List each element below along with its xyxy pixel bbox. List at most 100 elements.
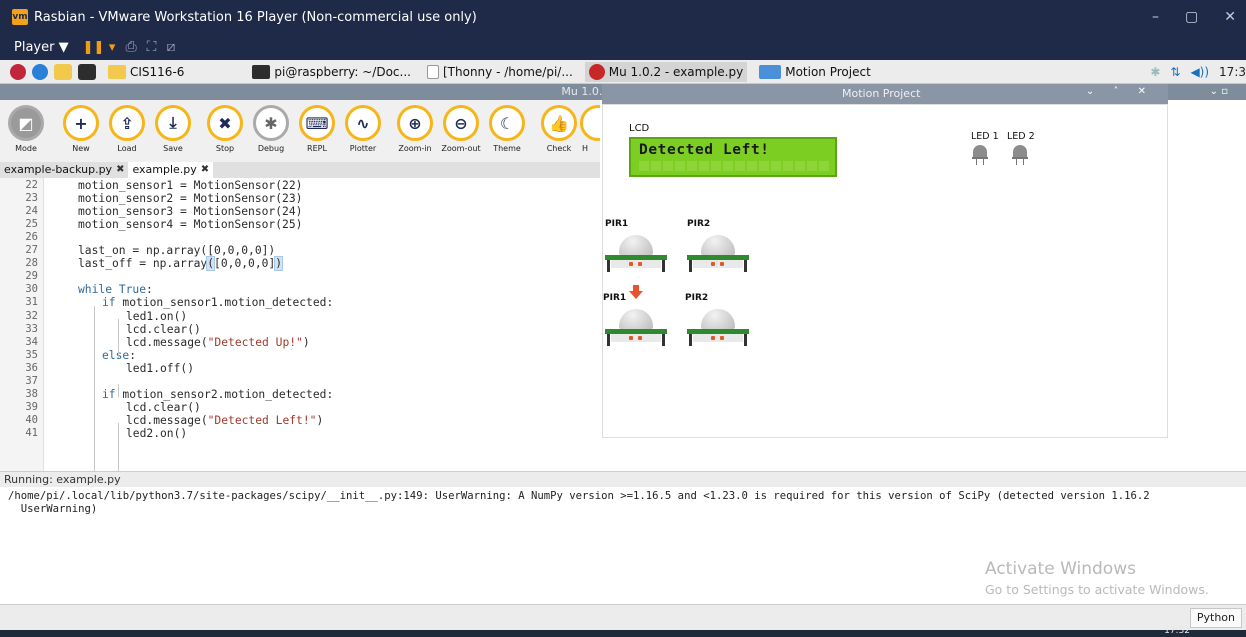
button-label: REPL — [307, 144, 327, 153]
tab-example[interactable]: example.py ✖ — [128, 162, 214, 178]
stop-button[interactable]: ✖ Stop — [202, 105, 248, 153]
code-line[interactable]: else: — [102, 349, 136, 362]
button-label: Theme — [493, 144, 521, 153]
button-label: Zoom-in — [398, 144, 432, 153]
theme-button[interactable]: ☾ Theme — [484, 105, 530, 153]
task-cis116[interactable]: CIS116-6 — [104, 62, 188, 82]
save-button[interactable]: ⤓ Save — [150, 105, 196, 153]
pir-sensor-icon — [687, 235, 749, 273]
send-ctrl-alt-del-icon[interactable]: ⎙ — [125, 39, 136, 55]
new-button[interactable]: + New — [58, 105, 104, 153]
task-thonny[interactable]: [Thonny - /home/pi/... — [423, 62, 577, 82]
network-icon[interactable]: ⇅ — [1170, 65, 1180, 79]
code-line[interactable]: lcd.message("Detected Left!") — [126, 414, 323, 427]
debug-button[interactable]: ✱ Debug — [248, 105, 294, 153]
line-number: 30 — [25, 283, 38, 296]
pir1-label: PIR1 — [605, 219, 629, 229]
close-tab-icon[interactable]: ✖ — [201, 162, 209, 178]
minimize-icon[interactable]: – — [1152, 9, 1159, 25]
code-line[interactable]: led1.on() — [126, 310, 187, 323]
indent-guide — [118, 384, 119, 397]
button-label: Save — [163, 144, 183, 153]
indent-guide — [118, 319, 119, 358]
maximize-icon[interactable]: ▢ — [1185, 9, 1198, 25]
code-line[interactable]: if motion_sensor2.motion_detected: — [102, 388, 333, 401]
line-number: 37 — [25, 374, 38, 387]
bluetooth-icon[interactable]: ✱ — [1150, 65, 1160, 79]
zoom-in-icon: ⊕ — [397, 105, 433, 141]
code-line[interactable]: if motion_sensor1.motion_detected: — [102, 296, 333, 309]
code-line[interactable]: led1.off() — [126, 362, 194, 375]
led1-icon — [972, 145, 988, 167]
pause-icon[interactable]: ❚❚ ▾ — [83, 40, 116, 55]
pir-sensor-icon — [605, 235, 667, 273]
code-line[interactable]: lcd.clear() — [126, 401, 201, 414]
line-number: 28 — [25, 257, 38, 270]
check-button[interactable]: 👍 Check — [536, 105, 582, 153]
repl-pane[interactable]: /home/pi/.local/lib/python3.7/site-packa… — [0, 487, 1246, 604]
fullscreen-icon[interactable]: ⛶ — [147, 39, 157, 55]
motion-window-controls[interactable]: ⌄ ˄ ✕ — [1086, 86, 1154, 97]
line-number: 25 — [25, 218, 38, 231]
code-line[interactable]: lcd.clear() — [126, 323, 201, 336]
task-label: Motion Project — [785, 64, 871, 79]
line-number: 40 — [25, 413, 38, 426]
code-line[interactable]: led2.on() — [126, 427, 187, 440]
pir-sensor-icon — [687, 309, 749, 347]
repl-button[interactable]: ⌨ REPL — [294, 105, 340, 153]
line-number: 31 — [25, 296, 38, 309]
mode-indicator[interactable]: Python — [1189, 608, 1242, 628]
run-status: Running: example.py — [0, 471, 1246, 487]
file-manager-icon[interactable] — [54, 63, 72, 80]
mode-button[interactable]: ◩ Mode — [3, 105, 49, 153]
terminal-icon — [252, 64, 271, 79]
moon-icon: ☾ — [489, 105, 525, 141]
code-line[interactable]: motion_sensor2 = MotionSensor(23) — [78, 192, 302, 205]
led2-icon — [1012, 145, 1028, 167]
button-label: H — [582, 144, 589, 153]
close-tab-icon[interactable]: ✖ — [116, 162, 124, 178]
terminal-icon[interactable] — [78, 63, 96, 80]
volume-icon[interactable]: ◀)) — [1190, 65, 1209, 79]
task-label: pi@raspberry: ~/Doc... — [274, 64, 411, 79]
raspberry-menu-icon[interactable] — [10, 63, 26, 80]
line-number: 22 — [25, 179, 38, 191]
zoom-out-button[interactable]: ⊖ Zoom-out — [438, 105, 484, 153]
plotter-button[interactable]: ∿ Plotter — [340, 105, 386, 153]
code-line[interactable]: motion_sensor4 = MotionSensor(25) — [78, 218, 302, 231]
led2-label: LED 2 — [1007, 131, 1035, 142]
code-line[interactable]: last_on = np.array([0,0,0,0]) — [78, 244, 275, 257]
lcd-label: LCD — [629, 123, 650, 134]
zoom-in-button[interactable]: ⊕ Zoom-in — [392, 105, 438, 153]
upload-icon: ⇪ — [109, 105, 145, 141]
code-line[interactable]: lcd.message("Detected Up!") — [126, 336, 310, 349]
close-icon[interactable]: ✕ — [1224, 9, 1236, 25]
vmware-window-title: Rasbian - VMware Workstation 16 Player (… — [34, 9, 477, 25]
button-label: Stop — [215, 144, 235, 153]
button-label: Zoom-out — [441, 144, 481, 153]
line-number-gutter: 22 23 24 25 26 27 28 29 30 31 32 33 34 35 36 37 38 39 40 41 — [0, 178, 44, 471]
player-menu[interactable]: Player ▼ — [14, 40, 69, 55]
code-line[interactable]: while True: — [78, 283, 153, 296]
button-label: Mode — [15, 144, 37, 153]
lcd-row2 — [639, 161, 829, 171]
code-line[interactable]: motion_sensor1 = MotionSensor(22) — [78, 179, 302, 192]
repl-output: /home/pi/.local/lib/python3.7/site-packa… — [8, 490, 1150, 515]
load-button[interactable]: ⇪ Load — [104, 105, 150, 153]
task-mu[interactable]: Mu 1.0.2 - example.py — [584, 61, 748, 82]
task-terminal[interactable]: pi@raspberry: ~/Doc... — [248, 62, 415, 82]
task-motion-project[interactable]: Motion Project — [755, 62, 875, 82]
task-label: CIS116-6 — [130, 64, 185, 79]
help-button[interactable]: H — [580, 105, 600, 153]
code-line[interactable]: last_off = np.array([0,0,0,0]) — [78, 256, 284, 272]
line-number: 33 — [25, 322, 38, 335]
browser-icon[interactable] — [32, 63, 48, 80]
watermark-line2: Go to Settings to activate Windows. — [985, 582, 1209, 597]
unity-icon[interactable]: ⧄ — [166, 39, 175, 55]
raspbian-taskbar: CIS116-6 pi@raspberry: ~/Doc... [Thonny … — [0, 60, 1246, 84]
tab-label: example-backup.py — [4, 163, 113, 176]
tab-example-backup[interactable]: example-backup.py ✖ — [0, 162, 128, 178]
mu-window-controls[interactable]: ⌄ ▫ — [1210, 84, 1228, 100]
code-line[interactable]: motion_sensor3 = MotionSensor(24) — [78, 205, 302, 218]
line-number: 35 — [25, 348, 38, 361]
